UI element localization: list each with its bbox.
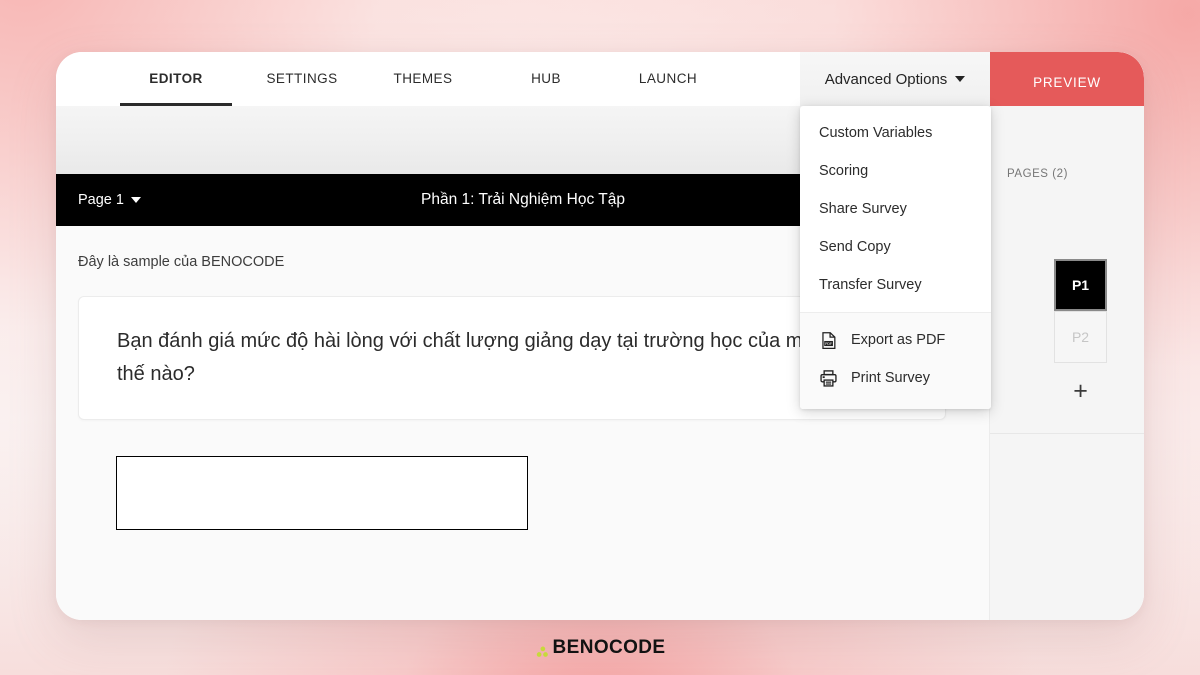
menu-item-send-copy[interactable]: Send Copy — [800, 228, 991, 266]
tab-settings-label: SETTINGS — [266, 71, 338, 86]
answer-input[interactable] — [116, 456, 528, 530]
svg-text:PDF: PDF — [825, 341, 832, 345]
plus-icon: + — [1073, 376, 1088, 405]
pages-sidebar: PAGES (2) P1 P2 + — [989, 106, 1144, 620]
advanced-options-button[interactable]: Advanced Options — [800, 52, 990, 106]
page-thumbnail-p1-label: P1 — [1071, 277, 1090, 293]
menu-item-transfer-survey-label: Transfer Survey — [819, 277, 922, 293]
advanced-options-label: Advanced Options — [824, 70, 948, 88]
advanced-options-menu: Custom Variables Scoring Share Survey Se… — [800, 106, 991, 409]
pages-count-label: PAGES (2) — [1007, 168, 1068, 180]
page-selector-dropdown[interactable]: Page 1 — [78, 192, 141, 208]
tab-hub[interactable]: HUB — [496, 52, 596, 106]
menu-item-export-as-pdf-label: Export as PDF — [851, 332, 946, 348]
preview-button-label: PREVIEW — [1033, 74, 1101, 90]
add-page-button[interactable]: + — [1054, 374, 1107, 408]
menu-item-custom-variables[interactable]: Custom Variables — [800, 114, 991, 152]
brand-logo-text: BENOCODE — [552, 637, 666, 658]
pdf-file-icon: PDF — [822, 331, 836, 349]
menu-item-send-copy-label: Send Copy — [819, 239, 891, 255]
page-thumbnail-p2-label: P2 — [1071, 329, 1090, 345]
page-thumbnail-p1[interactable]: P1 — [1054, 259, 1107, 311]
brand-logo: BENOCODE — [0, 637, 1200, 659]
printer-icon — [820, 369, 837, 387]
benocode-dots-icon — [536, 646, 548, 657]
menu-item-print-survey-label: Print Survey — [851, 370, 930, 386]
page-selector-label: Page 1 — [78, 192, 124, 208]
chevron-down-icon — [955, 76, 966, 82]
page-thumbnail-p2[interactable]: P2 — [1054, 311, 1107, 363]
menu-item-print-survey[interactable]: Print Survey — [800, 359, 991, 397]
menu-item-export-as-pdf[interactable]: PDF Export as PDF — [800, 321, 991, 359]
tab-themes[interactable]: THEMES — [368, 52, 478, 106]
menu-item-scoring-label: Scoring — [819, 163, 869, 179]
preview-button[interactable]: PREVIEW — [990, 52, 1144, 112]
tab-settings[interactable]: SETTINGS — [242, 52, 362, 106]
menu-item-share-survey[interactable]: Share Survey — [800, 190, 991, 228]
menu-footer-group: PDF Export as PDF Print Survey — [800, 313, 991, 409]
menu-item-custom-variables-label: Custom Variables — [819, 125, 933, 141]
menu-item-share-survey-label: Share Survey — [819, 201, 907, 217]
sample-note-text: Đây là sample của BENOCODE — [78, 254, 285, 270]
chevron-down-icon — [130, 197, 141, 203]
tab-editor[interactable]: EDITOR — [116, 52, 236, 106]
tab-launch-label: LAUNCH — [638, 71, 698, 86]
menu-item-transfer-survey[interactable]: Transfer Survey — [800, 266, 991, 304]
sidebar-divider — [990, 433, 1144, 434]
tab-editor-label: EDITOR — [149, 71, 203, 86]
tab-themes-label: THEMES — [393, 71, 453, 86]
menu-item-scoring[interactable]: Scoring — [800, 152, 991, 190]
tab-launch[interactable]: LAUNCH — [608, 52, 728, 106]
question-text: Bạn đánh giá mức độ hài lòng với chất lư… — [117, 330, 872, 385]
tab-hub-label: HUB — [531, 71, 561, 86]
